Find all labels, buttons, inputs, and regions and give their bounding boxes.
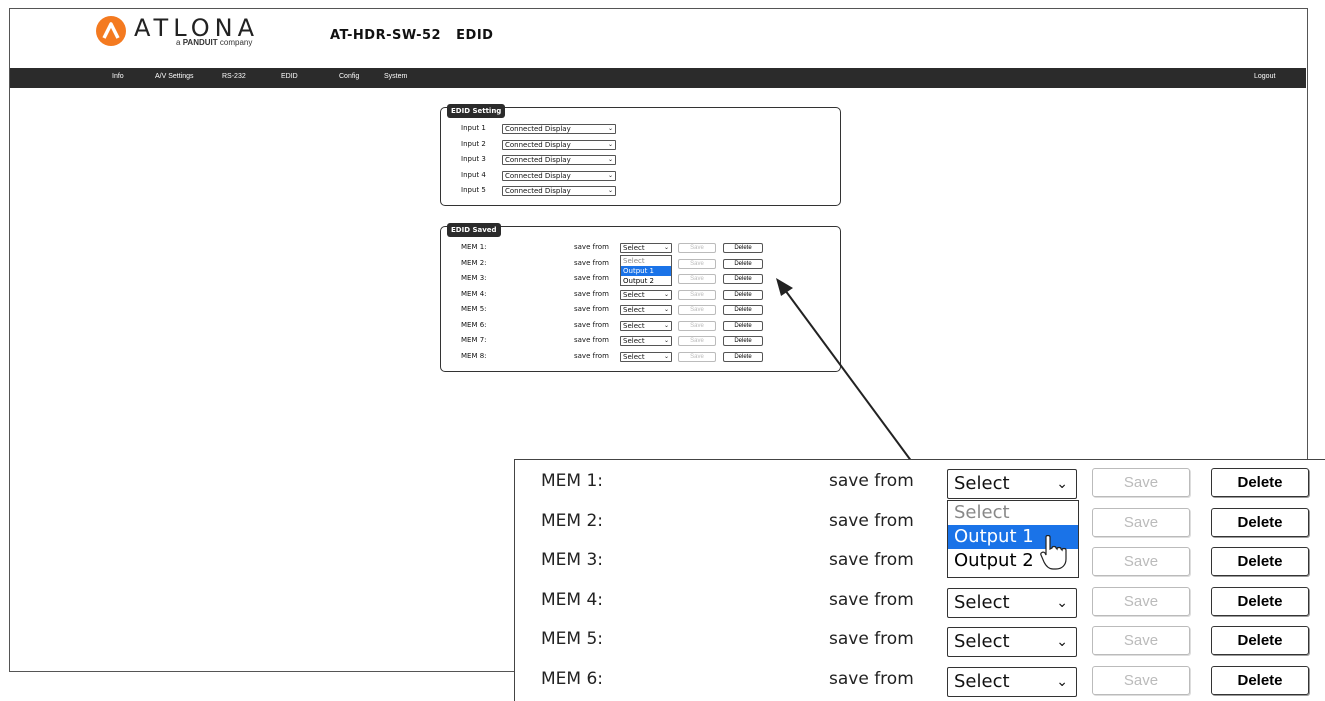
save-button[interactable]: Save xyxy=(1092,586,1190,616)
dropdown-option[interactable]: Select xyxy=(948,501,1078,525)
select-value: Select xyxy=(954,670,1010,692)
save-from-label: save from xyxy=(829,668,914,689)
save-button[interactable]: Save xyxy=(1092,665,1190,695)
mem-label: MEM 3: xyxy=(541,550,604,570)
zoom-callout: MEM 1: save from Select ⌄ Save Delete MEM 2: sa… xyxy=(514,459,1325,701)
save-from-label: save from xyxy=(829,629,914,649)
save-button[interactable]: Save xyxy=(1092,547,1190,576)
delete-button[interactable]: Delete xyxy=(1211,586,1309,616)
save-from-label: save from xyxy=(829,510,914,531)
delete-button[interactable]: Delete xyxy=(1211,665,1309,695)
mem-label: MEM 1: xyxy=(541,471,604,491)
mem-source-select[interactable]: Select ⌄ xyxy=(947,469,1077,499)
select-value: Select xyxy=(954,631,1010,652)
save-from-label: save from xyxy=(829,471,914,491)
mem-source-select[interactable]: Select ⌄ xyxy=(947,627,1077,657)
stage: ATLONA a PANDUIT company AT-HDR-SW-52 ED… xyxy=(0,0,1325,701)
hand-cursor-icon xyxy=(1040,535,1067,570)
chevron-down-icon: ⌄ xyxy=(1056,594,1068,611)
delete-button[interactable]: Delete xyxy=(1211,626,1309,655)
mem-label: MEM 4: xyxy=(541,589,604,610)
mem-label: MEM 6: xyxy=(541,668,604,689)
delete-button[interactable]: Delete xyxy=(1211,507,1309,537)
mem-source-select[interactable]: Select ⌄ xyxy=(947,587,1077,618)
mem-label: MEM 2: xyxy=(541,510,604,531)
select-value: Select xyxy=(954,473,1010,494)
save-button[interactable]: Save xyxy=(1092,468,1190,497)
delete-button[interactable]: Delete xyxy=(1211,468,1309,497)
delete-button[interactable]: Delete xyxy=(1211,547,1309,576)
save-from-label: save from xyxy=(829,550,914,570)
chevron-down-icon: ⌄ xyxy=(1056,476,1068,492)
mem-source-select[interactable]: Select ⌄ xyxy=(947,666,1077,697)
select-value: Select xyxy=(954,591,1010,613)
save-from-label: save from xyxy=(829,589,914,610)
chevron-down-icon: ⌄ xyxy=(1056,634,1068,650)
chevron-down-icon: ⌄ xyxy=(1056,673,1068,690)
save-button[interactable]: Save xyxy=(1092,626,1190,655)
mem-label: MEM 5: xyxy=(541,629,604,649)
save-button[interactable]: Save xyxy=(1092,507,1190,537)
